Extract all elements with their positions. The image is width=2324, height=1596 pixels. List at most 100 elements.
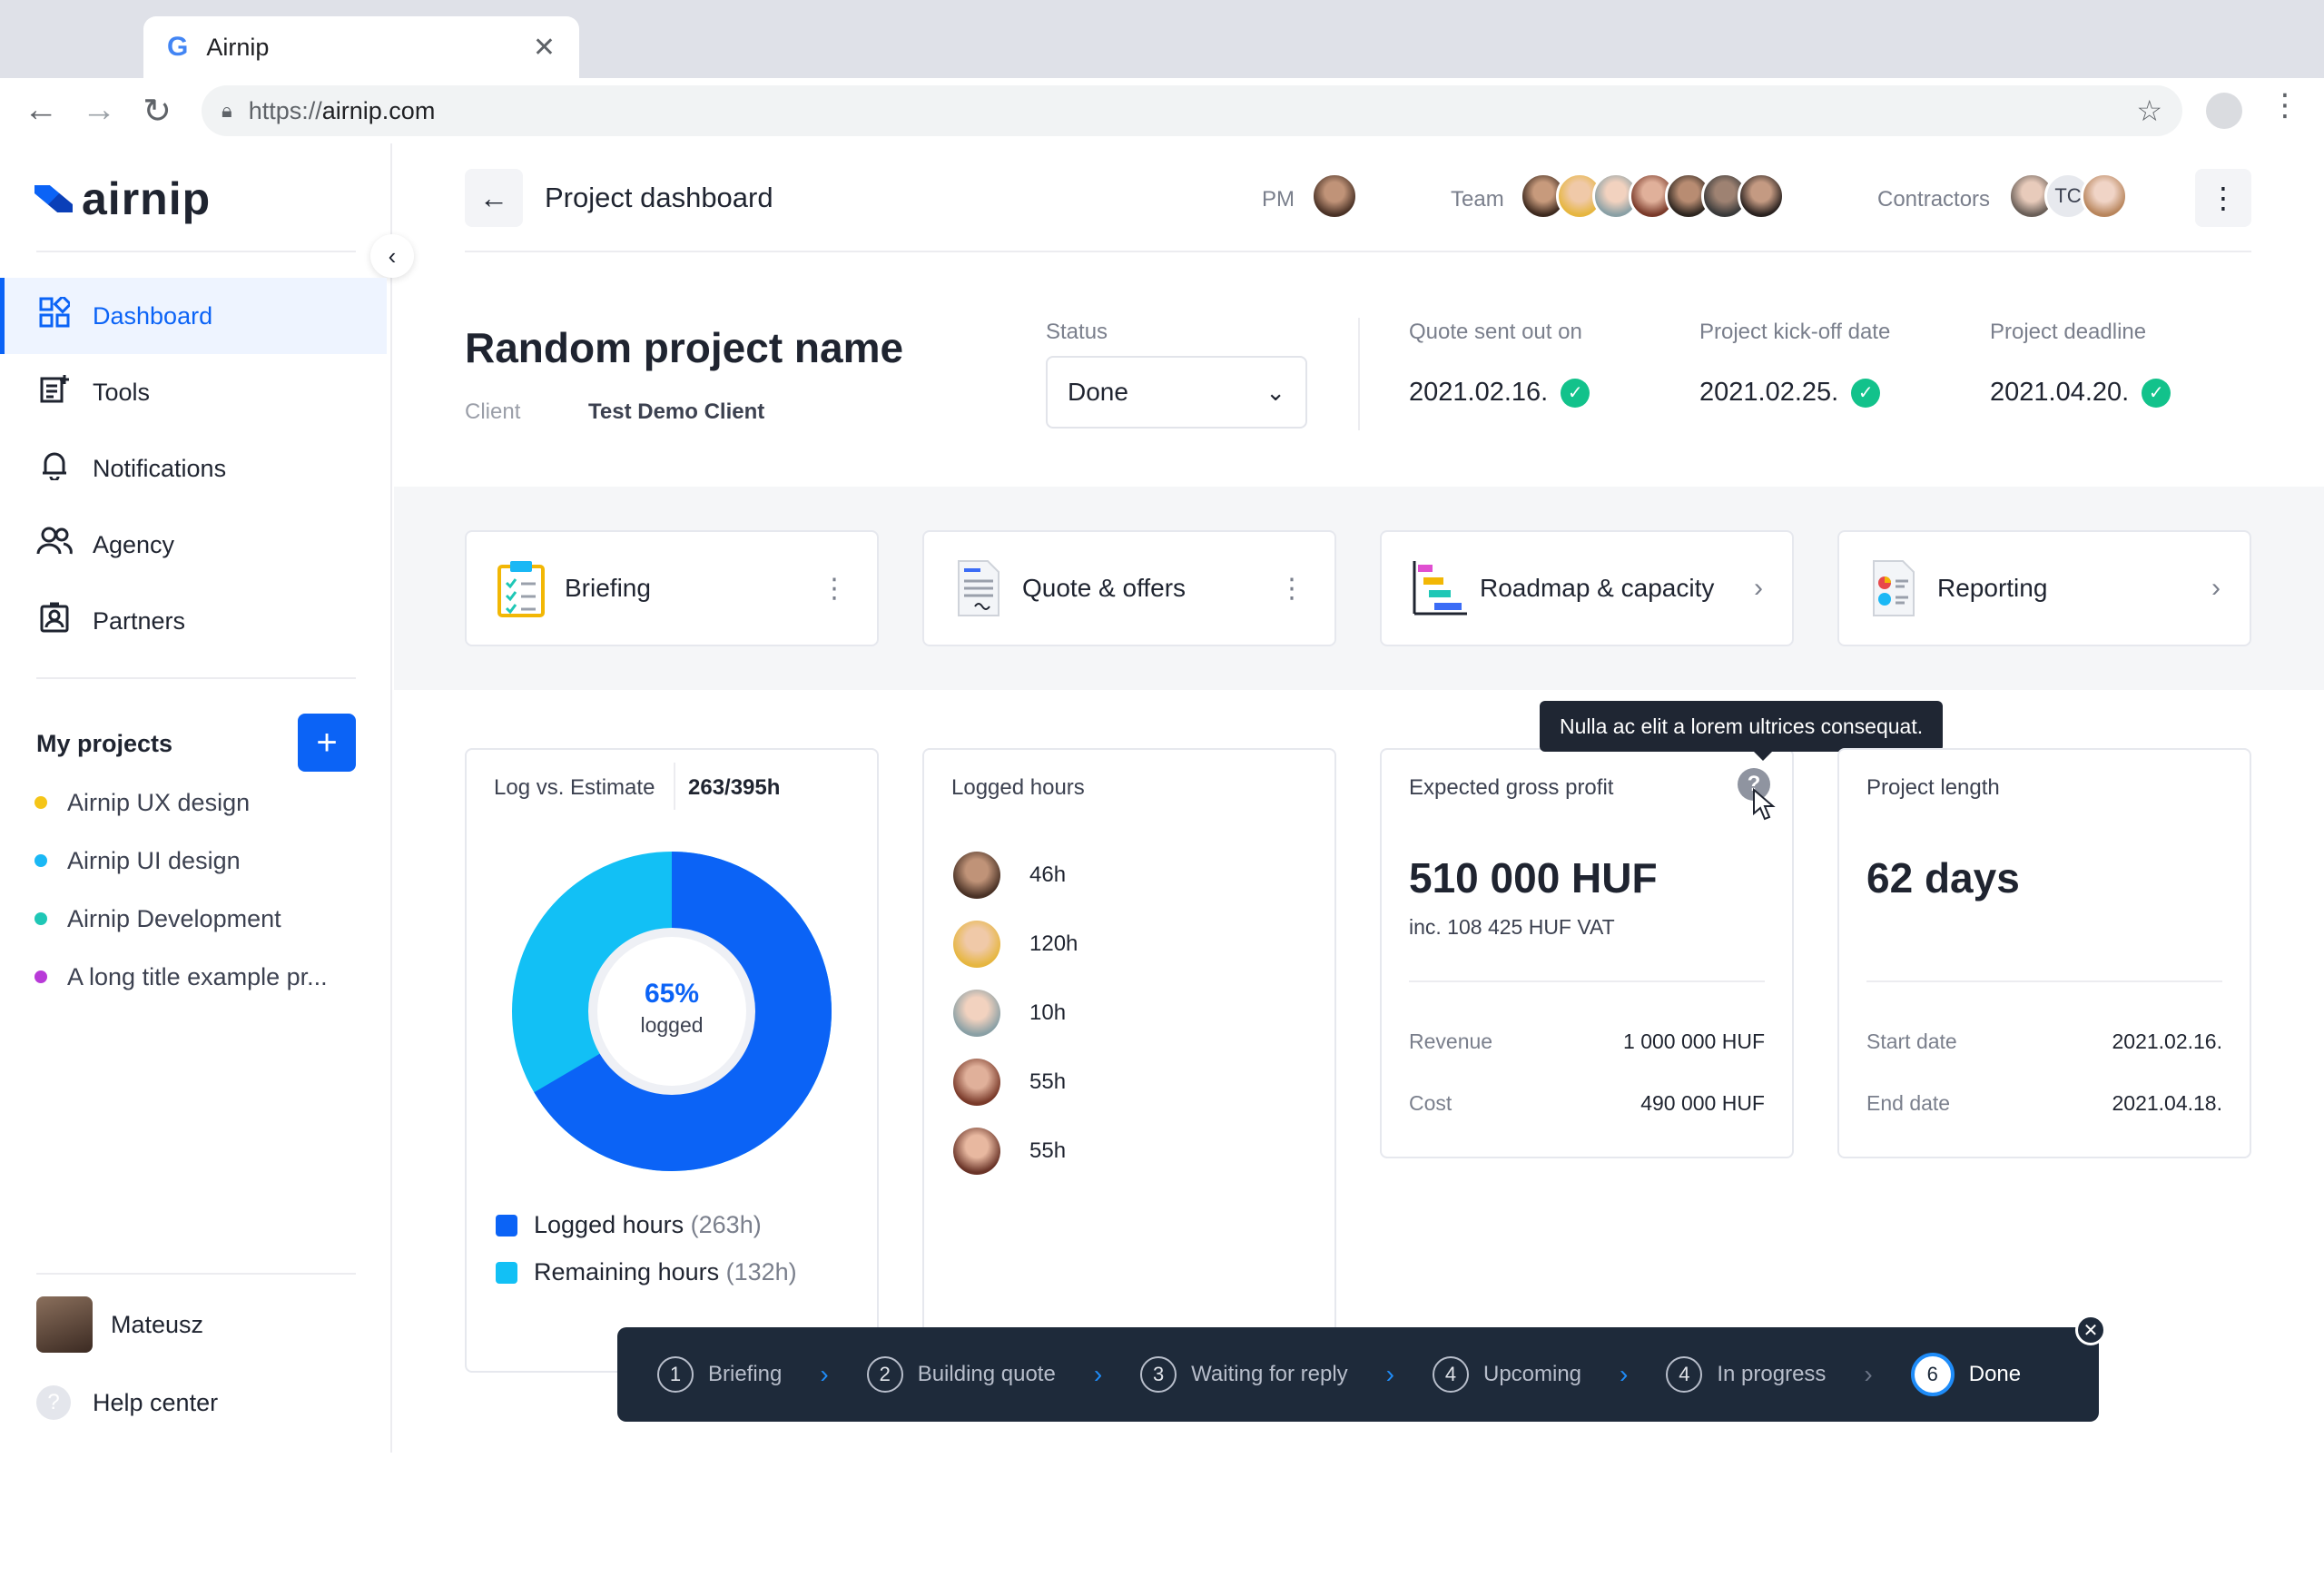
legend-value: (132h) <box>725 1258 797 1286</box>
client-value: Test Demo Client <box>588 399 765 424</box>
step-in-progress[interactable]: 4 In progress › <box>1666 1356 1910 1393</box>
browser-menu-icon[interactable]: ⋮ <box>2270 87 2300 123</box>
sidebar-item-dashboard[interactable]: Dashboard <box>0 278 387 354</box>
forward-arrow-icon[interactable]: → <box>76 91 122 130</box>
help-label: Help center <box>93 1388 219 1416</box>
card-title: Expected gross profit <box>1409 775 1614 800</box>
length-value: 62 days <box>1866 854 2020 901</box>
step-done[interactable]: 6 Done <box>1910 1353 2021 1396</box>
project-item[interactable]: Airnip Development <box>34 901 281 937</box>
chevron-right-icon: › <box>1385 1360 1394 1388</box>
deadline-label: Project deadline <box>1990 320 2147 344</box>
donut-sub: logged <box>640 1013 704 1037</box>
address-bar[interactable]: 🔒︎ https://airnip.com ☆ <box>202 85 2182 136</box>
close-stepper-button[interactable]: ✕ <box>2075 1315 2106 1345</box>
reload-icon[interactable]: ↻ <box>134 91 180 132</box>
list-item[interactable]: 46h <box>953 852 1066 899</box>
project-color-dot <box>34 854 47 867</box>
pm-label: PM <box>1262 187 1295 212</box>
kickoff-date-label: Project kick-off date <box>1699 320 1891 344</box>
add-project-button[interactable]: + <box>298 714 356 772</box>
module-reporting[interactable]: Reporting › <box>1837 530 2251 646</box>
help-center-link[interactable]: ? Help center <box>36 1385 218 1420</box>
status-label: Status <box>1046 320 1108 344</box>
start-date-value: 2021.02.16. <box>2112 1030 2222 1053</box>
sidebar-item-label: Partners <box>93 606 186 635</box>
tab-title: Airnip <box>206 33 270 61</box>
list-item[interactable]: 120h <box>953 921 1078 968</box>
status-stepper: 1 Briefing › 2 Building quote › 3 Waiting for… <box>617 1327 2099 1422</box>
status-value: Done <box>1068 378 1128 406</box>
donut-chart <box>512 852 832 1171</box>
report-icon <box>1868 559 1919 617</box>
bookmark-star-icon[interactable]: ☆ <box>2136 94 2162 128</box>
sidebar-item-tools[interactable]: Tools <box>0 354 387 430</box>
legend-logged: Logged hours (263h) <box>496 1211 762 1239</box>
check-icon: ✓ <box>1851 378 1881 408</box>
chevron-right-icon[interactable]: › <box>2211 573 2221 604</box>
card-title: Logged hours <box>951 775 1085 800</box>
pm-avatar[interactable] <box>1311 172 1358 220</box>
project-item[interactable]: Airnip UX design <box>34 784 250 821</box>
header-menu-button[interactable]: ⋮ <box>2195 169 2251 227</box>
step-number: 3 <box>1140 1356 1177 1393</box>
step-waiting-for-reply[interactable]: 3 Waiting for reply › <box>1140 1356 1433 1393</box>
step-number: 4 <box>1666 1356 1703 1393</box>
sidebar-item-agency[interactable]: Agency <box>0 507 387 583</box>
collapse-sidebar-button[interactable]: ‹ <box>370 234 414 278</box>
module-label: Quote & offers <box>1022 574 1187 602</box>
list-item[interactable]: 10h <box>953 990 1066 1037</box>
chevron-right-icon[interactable]: › <box>1754 573 1763 604</box>
browser-tab[interactable]: G Airnip ✕ <box>143 16 579 78</box>
step-building-quote[interactable]: 2 Building quote › <box>866 1356 1140 1393</box>
card-divider <box>1409 980 1765 982</box>
contractor-avatar[interactable] <box>2081 172 2128 220</box>
sidebar-divider <box>36 677 356 679</box>
project-color-dot <box>34 970 47 983</box>
project-item[interactable]: A long title example pr... <box>34 959 328 995</box>
list-item[interactable]: 55h <box>953 1128 1066 1175</box>
project-item[interactable]: Airnip UI design <box>34 842 241 879</box>
card-title: Project length <box>1866 775 2000 800</box>
logo[interactable]: airnip <box>34 172 211 225</box>
project-name: A long title example pr... <box>67 962 328 990</box>
kickoff-date: 2021.02.25. ✓ <box>1699 378 1881 408</box>
status-select[interactable]: Done ⌄ <box>1046 356 1307 429</box>
hours-value: 46h <box>1029 862 1067 887</box>
url-text: https://airnip.com <box>248 96 436 124</box>
logged-hours-card: Logged hours 46h 120h 10h 55h 55h <box>922 748 1336 1373</box>
sidebar-divider <box>36 1273 356 1275</box>
module-roadmap-capacity[interactable]: Roadmap & capacity › <box>1380 530 1794 646</box>
user-profile[interactable]: Mateusz <box>36 1296 203 1353</box>
back-button[interactable]: ← <box>465 169 523 227</box>
step-briefing[interactable]: 1 Briefing › <box>657 1356 867 1393</box>
chevron-right-icon: › <box>820 1360 829 1388</box>
quote-date: 2021.02.16. ✓ <box>1409 378 1590 408</box>
close-tab-icon[interactable]: ✕ <box>533 32 556 64</box>
sidebar-item-partners[interactable]: Partners <box>0 583 387 659</box>
kebab-icon[interactable]: ⋮ <box>821 573 848 605</box>
tooltip: Nulla ac elit a lorem ultrices consequat… <box>1540 701 1944 761</box>
module-quote-offers[interactable]: Quote & offers ⋮ <box>922 530 1336 646</box>
kebab-icon[interactable]: ⋮ <box>1278 573 1305 605</box>
close-icon: ✕ <box>2083 1320 2099 1341</box>
team-avatar[interactable] <box>1738 172 1785 220</box>
check-icon: ✓ <box>1561 378 1590 408</box>
hours-value: 55h <box>1029 1138 1067 1163</box>
check-icon: ✓ <box>2142 378 2171 408</box>
sidebar-item-notifications[interactable]: Notifications <box>0 430 387 507</box>
end-date-label: End date <box>1866 1091 1951 1115</box>
project-color-dot <box>34 796 47 809</box>
chevron-right-icon: › <box>1864 1360 1873 1388</box>
module-briefing[interactable]: Briefing ⋮ <box>465 530 879 646</box>
list-item[interactable]: 55h <box>953 1059 1066 1106</box>
legend-swatch <box>496 1214 517 1236</box>
end-date-value: 2021.04.18. <box>2112 1091 2222 1115</box>
module-label: Reporting <box>1937 574 2048 602</box>
project-color-dot <box>34 912 47 925</box>
back-arrow-icon[interactable]: ← <box>18 91 64 130</box>
clipboard-icon <box>496 559 547 617</box>
profile-avatar[interactable] <box>2206 93 2242 129</box>
legend-swatch <box>496 1261 517 1284</box>
step-upcoming[interactable]: 4 Upcoming › <box>1432 1356 1666 1393</box>
